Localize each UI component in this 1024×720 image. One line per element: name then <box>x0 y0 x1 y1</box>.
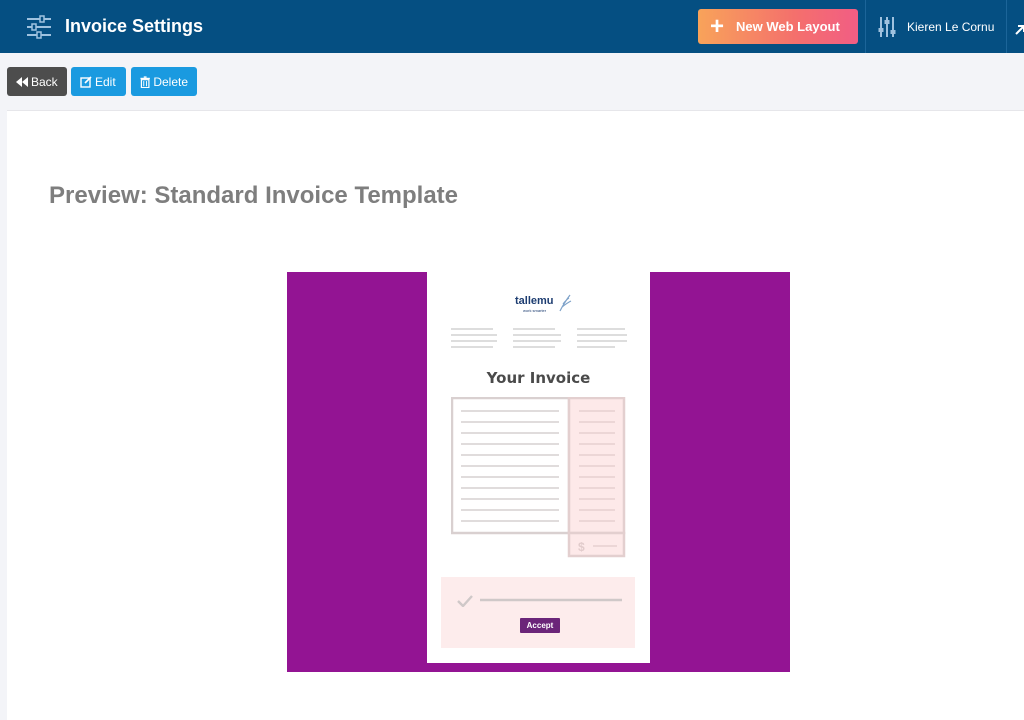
content-panel: Preview: Standard Invoice Template talle… <box>7 110 1024 720</box>
user-name[interactable]: Kieren Le Cornu <box>907 20 994 34</box>
expand-icon[interactable] <box>1014 22 1024 36</box>
line-items-table: $ <box>451 397 626 558</box>
edit-button[interactable]: Edit <box>71 67 126 96</box>
edit-icon <box>80 75 92 88</box>
check-icon <box>457 595 473 607</box>
brand-logo: tallemu <box>515 295 554 307</box>
user-settings-icon[interactable] <box>877 16 897 38</box>
trash-icon <box>140 75 150 88</box>
back-button[interactable]: Back <box>7 67 67 96</box>
edit-label: Edit <box>95 74 116 89</box>
brand-tagline: work smarter <box>523 308 547 313</box>
accept-panel: Accept <box>441 577 635 648</box>
delete-label: Delete <box>153 74 188 89</box>
preview-title: Preview: Standard Invoice Template <box>49 182 459 209</box>
invoice-heading: Your Invoice <box>486 369 591 387</box>
delete-button[interactable]: Delete <box>131 67 197 96</box>
emu-logo-icon <box>559 294 572 312</box>
template-preview: tallemu work smarter Your Invoice $ Acce… <box>287 272 790 672</box>
new-web-layout-button[interactable]: + New Web Layout <box>698 9 858 44</box>
header-divider <box>1006 0 1007 53</box>
rewind-icon <box>16 76 28 87</box>
top-header: Invoice Settings + New Web Layout Kieren… <box>0 0 1024 53</box>
plus-icon: + <box>710 12 725 40</box>
page-title: Invoice Settings <box>65 16 204 36</box>
new-web-layout-label: New Web Layout <box>736 19 840 34</box>
signature-line <box>480 598 622 602</box>
back-label: Back <box>31 74 58 89</box>
invoice-document-preview: tallemu work smarter Your Invoice $ Acce… <box>427 272 650 663</box>
address-lines <box>451 328 627 348</box>
header-divider <box>865 0 866 53</box>
accept-button[interactable]: Accept <box>520 618 560 633</box>
currency-symbol: $ <box>578 540 585 554</box>
settings-sliders-icon[interactable] <box>26 15 52 39</box>
